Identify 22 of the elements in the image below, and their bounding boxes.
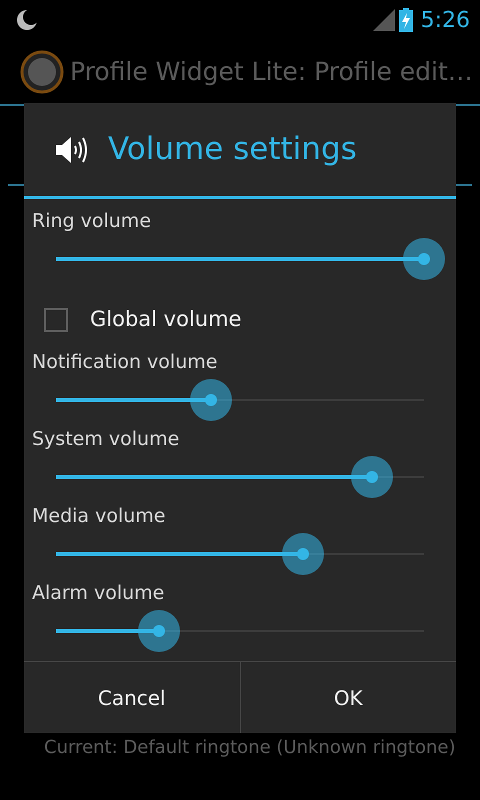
dialog-title: Volume settings	[108, 130, 357, 170]
slider-thumb[interactable]	[190, 379, 232, 421]
checkbox[interactable]	[44, 308, 68, 332]
app-title: Profile Widget Lite: Profile edit…	[70, 56, 473, 88]
volume-label: Notification volume	[32, 350, 218, 374]
signal-icon	[372, 9, 395, 31]
moon-icon	[16, 9, 38, 31]
dialog-button[interactable]: OK	[240, 662, 456, 733]
ringtone-summary: Current: Default ringtone (Unknown ringtone)	[43, 736, 457, 760]
slider-thumb[interactable]	[351, 456, 394, 498]
app-logo-icon	[20, 50, 64, 94]
volume-label: Ring volume	[32, 209, 152, 233]
slider-thumb[interactable]	[403, 238, 445, 280]
slider-thumb[interactable]	[138, 610, 180, 652]
volume-label: System volume	[32, 427, 180, 451]
slider-thumb[interactable]	[282, 533, 324, 575]
volume-label: Media volume	[32, 504, 166, 528]
volume-label: Alarm volume	[32, 581, 164, 605]
clock-time: 5:26	[420, 6, 470, 34]
battery-icon	[398, 8, 413, 32]
dialog-button[interactable]: Cancel	[24, 662, 240, 733]
checkbox-label: Global volume	[90, 306, 242, 334]
